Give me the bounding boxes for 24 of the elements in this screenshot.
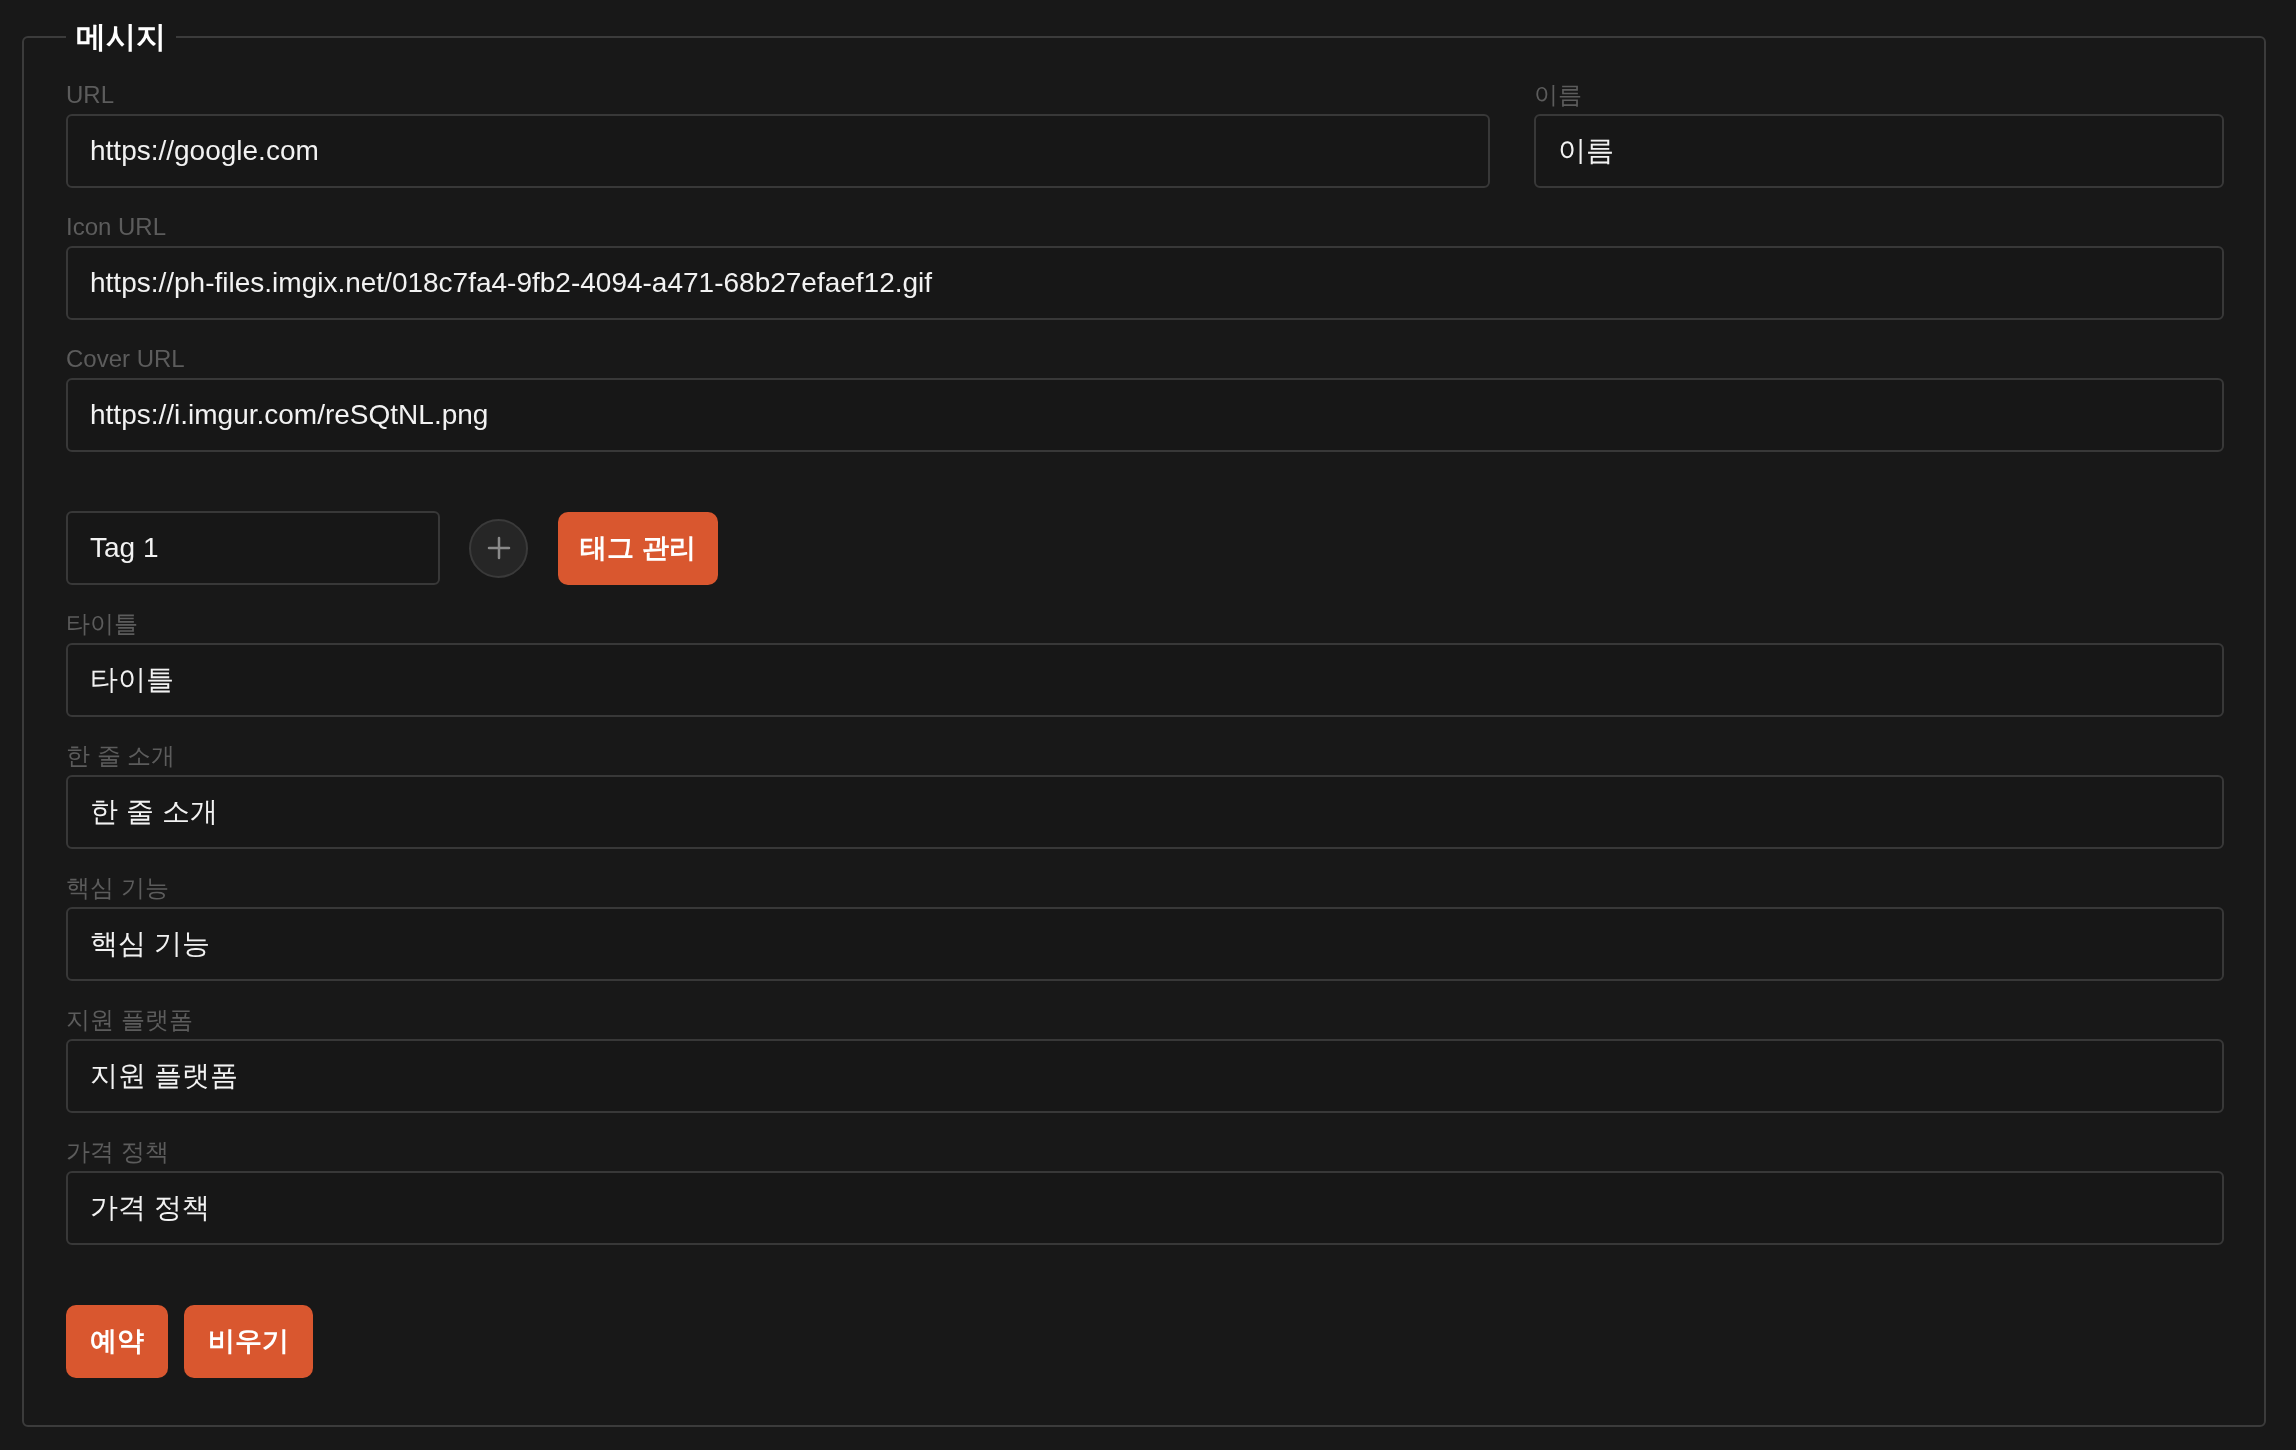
field-label: Cover URL [66, 344, 185, 374]
text-field[interactable]: https://ph-files.imgix.net/018c7fa4-9fb2-4094-a471-68b27efaef12.gif [66, 246, 2224, 320]
field-label: 이름 [1534, 80, 1582, 110]
field-label: 가격 정책 [66, 1137, 169, 1167]
text-field[interactable]: 이름 [1534, 114, 2224, 188]
field-label: 한 줄 소개 [66, 741, 176, 771]
plus-icon [486, 536, 511, 560]
field-label: 타이틀 [66, 609, 138, 639]
action-button[interactable]: 비우기 [184, 1305, 313, 1378]
text-field[interactable]: 지원 플랫폼 [66, 1039, 2224, 1113]
field-label: 핵심 기능 [66, 873, 169, 903]
field-label: 지원 플랫폼 [66, 1005, 193, 1035]
text-field[interactable]: https://google.com [66, 114, 1490, 188]
text-field[interactable]: 핵심 기능 [66, 907, 2224, 981]
text-field[interactable]: 가격 정책 [66, 1171, 2224, 1245]
action-button[interactable]: 예약 [66, 1305, 168, 1378]
tag-input[interactable]: Tag 1 [66, 511, 440, 585]
section-title: 메시지 [75, 22, 167, 52]
field-label: Icon URL [66, 212, 167, 242]
text-field[interactable]: 타이틀 [66, 643, 2224, 717]
manage-tags-button[interactable]: 태그 관리 [558, 511, 718, 585]
field-label: URL [66, 80, 114, 110]
text-field[interactable]: https://i.imgur.com/reSQtNL.png [66, 378, 2224, 452]
text-field[interactable]: 한 줄 소개 [66, 775, 2224, 849]
